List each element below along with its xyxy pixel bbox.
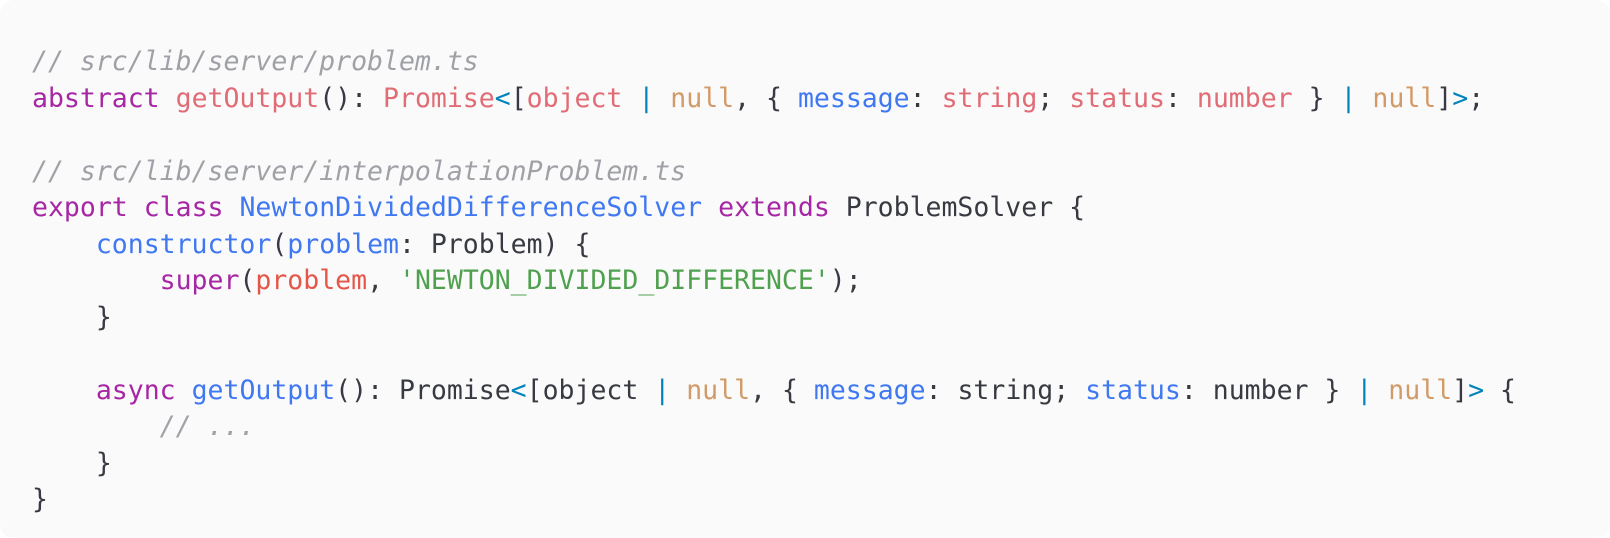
code-line: } <box>32 300 1610 337</box>
code-token: object <box>526 82 623 114</box>
code-token: } <box>1292 82 1341 114</box>
code-line: // src/lib/server/problem.ts <box>32 44 1610 81</box>
code-token: string <box>941 82 1038 114</box>
code-token: (): Promise <box>335 374 511 406</box>
code-token: ] <box>1452 374 1469 406</box>
code-token: 'NEWTON_DIVIDED_DIFFERENCE' <box>399 265 830 296</box>
code-token: async <box>95 374 176 406</box>
code-token: : <box>1164 82 1197 114</box>
code-token: problem <box>287 228 399 260</box>
code-token: , <box>367 265 399 296</box>
code-token: ProblemSolver { <box>829 192 1086 223</box>
code-token: class <box>143 192 224 223</box>
code-line: ​ <box>32 336 1610 373</box>
code-line: // src/lib/server/interpolationProblem.t… <box>32 154 1610 191</box>
code-token: // src/lib/server/problem.ts <box>32 46 479 77</box>
code-token: < <box>494 82 511 114</box>
code-token: status <box>1085 374 1181 406</box>
code-line: // ... <box>32 409 1610 446</box>
code-token: null <box>686 374 751 406</box>
code-token: | <box>638 82 655 114</box>
code-token: getOutput <box>175 82 320 114</box>
code-token: < <box>510 374 527 406</box>
code-token: { <box>1484 374 1516 406</box>
code-token: } <box>32 301 112 333</box>
code-token: export <box>32 192 128 223</box>
code-token: ; <box>1037 82 1070 114</box>
code-token: : string; <box>925 374 1086 406</box>
code-token: : number } <box>1180 374 1357 406</box>
code-line: constructor(problem: Problem) { <box>32 227 1610 264</box>
code-token: > <box>1452 82 1469 114</box>
code-token: number <box>1196 82 1293 114</box>
code-token: // src/lib/server/interpolationProblem.t… <box>32 155 687 187</box>
code-token: } <box>32 484 48 515</box>
code-line: ​ <box>32 117 1610 154</box>
code-token: Promise <box>383 82 495 114</box>
code-token: ; <box>1468 82 1485 114</box>
code-token: | <box>1356 374 1373 406</box>
code-token: ( <box>239 265 256 296</box>
code-token: (): <box>319 82 384 114</box>
code-token: [object <box>526 374 655 406</box>
code-token: message <box>797 82 910 114</box>
code-token: constructor <box>95 228 272 260</box>
code-token: null <box>670 82 735 114</box>
code-token: null <box>1372 82 1437 114</box>
code-token: , { <box>750 374 814 406</box>
code-token: | <box>654 374 671 406</box>
code-token: | <box>1340 82 1357 114</box>
code-line: } <box>32 482 1610 519</box>
code-token: ( <box>271 228 288 260</box>
code-line: super(problem, 'NEWTON_DIVIDED_DIFFERENC… <box>32 263 1610 300</box>
code-token: , { <box>734 82 798 114</box>
code-token: abstract <box>32 82 160 114</box>
code-token: problem <box>255 265 368 296</box>
code-token: status <box>1069 82 1165 114</box>
code-line: } <box>32 446 1610 483</box>
code-token: // ... <box>159 411 256 442</box>
code-token: } <box>32 447 112 479</box>
code-token: null <box>1388 374 1453 406</box>
code-token: : <box>909 82 942 114</box>
code-token: ); <box>829 265 862 296</box>
code-token: message <box>813 374 926 406</box>
code-token: getOutput <box>191 374 336 406</box>
code-line: async getOutput(): Promise<[object | nul… <box>32 373 1610 410</box>
code-token: > <box>1468 374 1485 406</box>
code-line: export class NewtonDividedDifferenceSolv… <box>32 190 1610 227</box>
code-token: NewtonDividedDifferenceSolver <box>239 192 703 223</box>
code-token: ] <box>1436 82 1453 114</box>
code-token: [ <box>510 82 527 114</box>
code-token: super <box>159 265 240 296</box>
code-block: // src/lib/server/problem.ts abstract get… <box>0 0 1610 538</box>
code-token: : Problem) { <box>398 228 591 260</box>
code-line: abstract getOutput(): Promise<[object | … <box>32 81 1610 118</box>
code-token: extends <box>718 192 830 223</box>
